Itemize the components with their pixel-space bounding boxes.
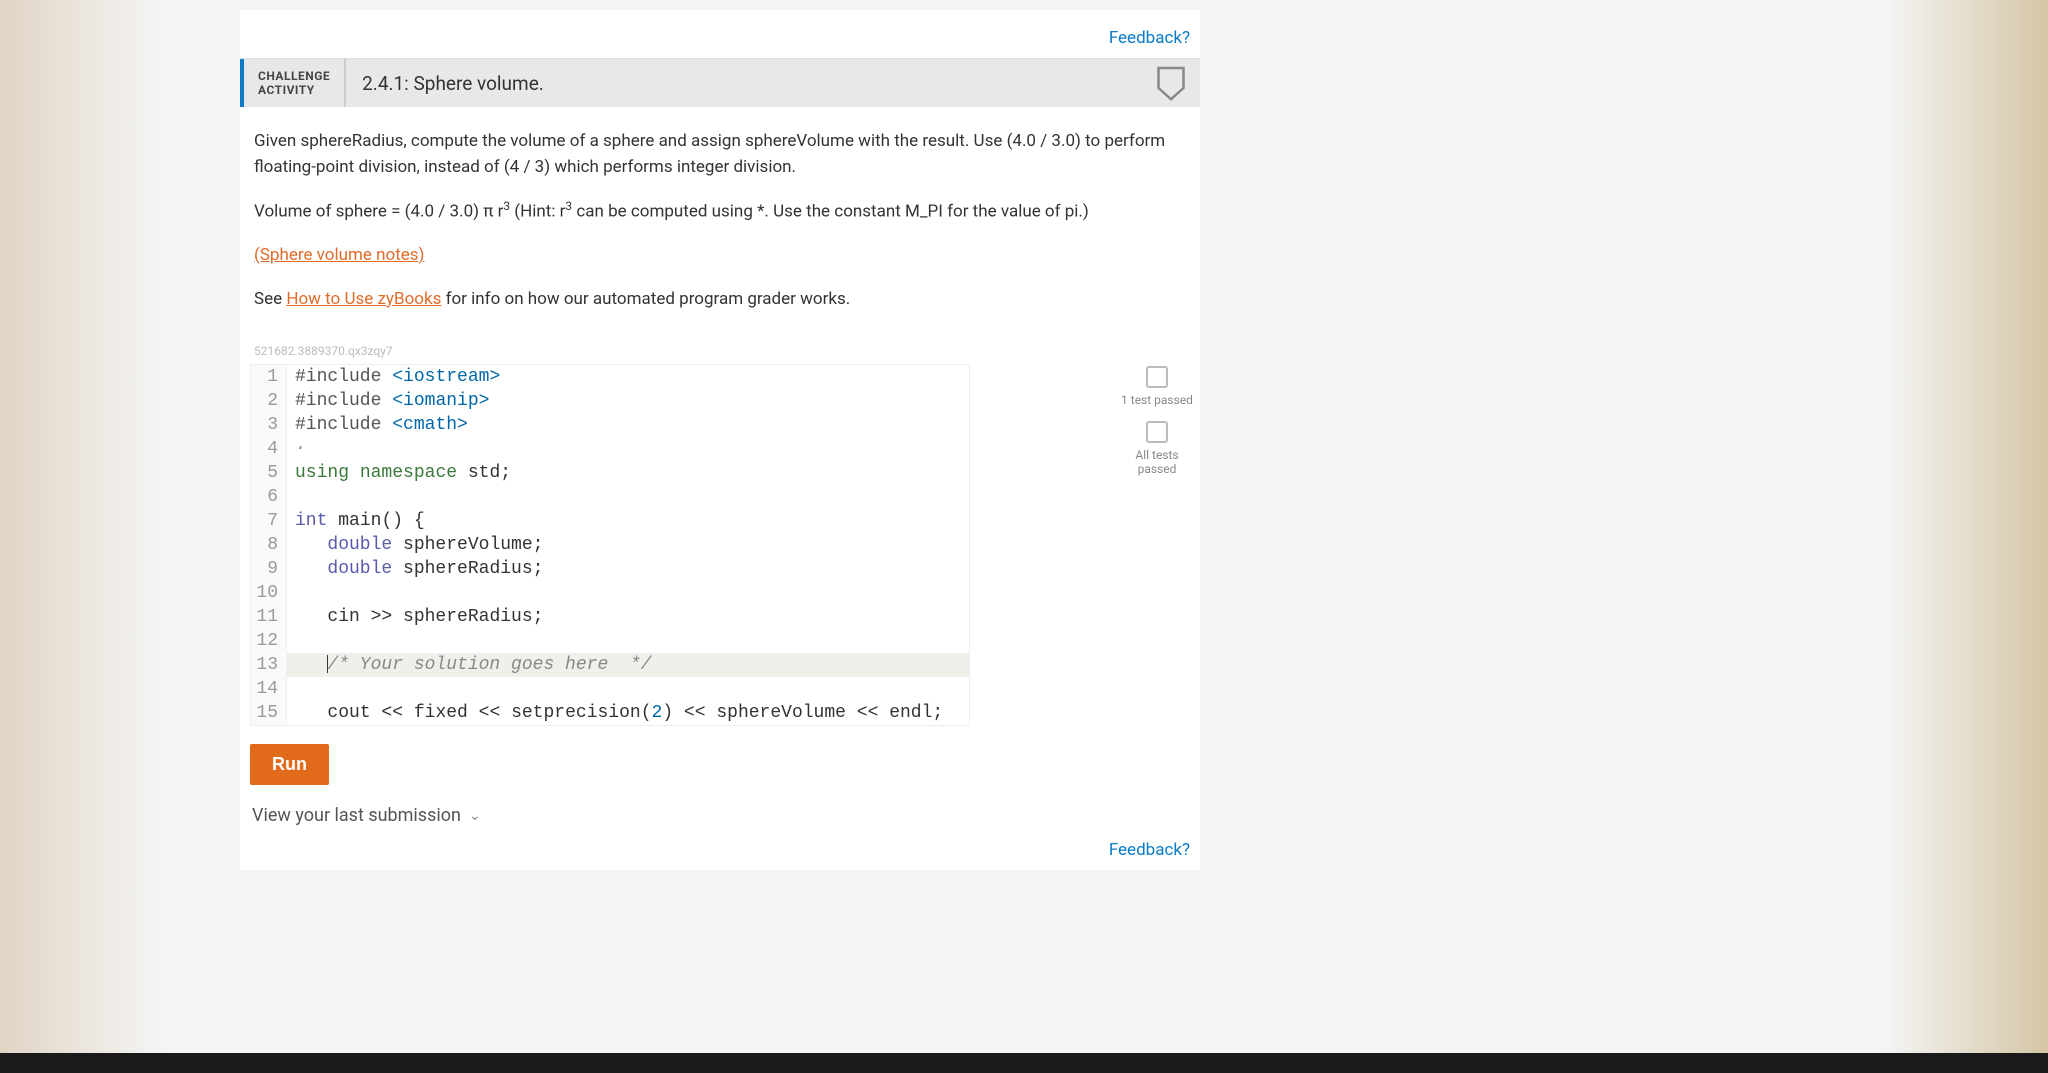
- formula-prefix: Volume of sphere = (4.0 / 3.0) π r: [254, 202, 503, 222]
- line-number: 8: [251, 533, 287, 557]
- feedback-top-row: Feedback?: [240, 10, 1200, 58]
- see-suffix: for info on how our automated program gr…: [441, 289, 850, 309]
- test-status-column: 1 test passed All tests passed: [1120, 360, 1200, 486]
- test-1-checkbox-icon: [1146, 366, 1168, 388]
- code-line[interactable]: 3#include <cmath>: [251, 413, 969, 437]
- feedback-link-top[interactable]: Feedback?: [1109, 28, 1190, 48]
- instruction-paragraph-1: Given sphereRadius, compute the volume o…: [254, 129, 1186, 180]
- view-last-submission-toggle[interactable]: View your last submission ⌄: [240, 787, 1200, 834]
- code-content[interactable]: int main() {: [287, 509, 969, 533]
- line-number: 10: [251, 581, 287, 605]
- code-line[interactable]: 5using namespace std;: [251, 461, 969, 485]
- instruction-paragraph-2: Volume of sphere = (4.0 / 3.0) π r3 (Hin…: [254, 198, 1186, 225]
- code-editor[interactable]: 1#include <iostream>2#include <iomanip>3…: [250, 364, 970, 726]
- test-1-label: 1 test passed: [1121, 394, 1193, 407]
- line-number: 3: [251, 413, 287, 437]
- howto-paragraph: See How to Use zyBooks for info on how o…: [254, 287, 1186, 313]
- laptop-bezel: [0, 1053, 2048, 1073]
- line-number: 4: [251, 437, 287, 461]
- code-line[interactable]: 7int main() {: [251, 509, 969, 533]
- line-number: 15: [251, 701, 287, 725]
- activity-instructions: Given sphereRadius, compute the volume o…: [240, 107, 1200, 340]
- code-line[interactable]: 1#include <iostream>: [251, 365, 969, 389]
- code-content[interactable]: cout << fixed << setprecision(2) << sphe…: [287, 701, 969, 725]
- code-line[interactable]: 14: [251, 677, 969, 701]
- activity-hash: 521682.3889370.qx3zqy7: [240, 340, 1200, 360]
- formula-suffix: can be computed using *. Use the constan…: [572, 202, 1089, 222]
- code-line[interactable]: 15 cout << fixed << setprecision(2) << s…: [251, 701, 969, 725]
- line-number: 13: [251, 653, 287, 677]
- line-number: 12: [251, 629, 287, 653]
- code-content[interactable]: double sphereRadius;: [287, 557, 969, 581]
- editor-area: 1#include <iostream>2#include <iomanip>3…: [240, 360, 1200, 730]
- code-content[interactable]: /* Your solution goes here */: [287, 653, 969, 677]
- code-content[interactable]: #include <cmath>: [287, 413, 969, 437]
- all-tests-label: All tests passed: [1120, 449, 1194, 475]
- code-content[interactable]: using namespace std;: [287, 461, 969, 485]
- feedback-link-bottom[interactable]: Feedback?: [1109, 840, 1190, 860]
- code-content[interactable]: #include <iomanip>: [287, 389, 969, 413]
- line-number: 14: [251, 677, 287, 701]
- code-line[interactable]: 4·: [251, 437, 969, 461]
- activity-tag-line1: CHALLENGE: [258, 69, 330, 83]
- activity-tag: CHALLENGE ACTIVITY: [244, 59, 346, 107]
- formula-mid: (Hint: r: [510, 202, 565, 222]
- completion-shield-icon: [1156, 65, 1186, 101]
- activity-title: 2.4.1: Sphere volume.: [346, 59, 1142, 107]
- line-number: 9: [251, 557, 287, 581]
- challenge-activity-card: CHALLENGE ACTIVITY 2.4.1: Sphere volume.…: [240, 58, 1200, 870]
- all-tests-checkbox-icon: [1146, 421, 1168, 443]
- code-line[interactable]: 12: [251, 629, 969, 653]
- line-number: 6: [251, 485, 287, 509]
- sphere-volume-notes-link[interactable]: (Sphere volume notes): [254, 245, 424, 265]
- activity-header: CHALLENGE ACTIVITY 2.4.1: Sphere volume.: [240, 59, 1200, 107]
- line-number: 11: [251, 605, 287, 629]
- code-line[interactable]: 9 double sphereRadius;: [251, 557, 969, 581]
- code-content[interactable]: cin >> sphereRadius;: [287, 605, 969, 629]
- line-number: 2: [251, 389, 287, 413]
- line-number: 1: [251, 365, 287, 389]
- activity-tag-line2: ACTIVITY: [258, 83, 330, 97]
- code-line[interactable]: 2#include <iomanip>: [251, 389, 969, 413]
- run-row: Run: [240, 730, 1200, 787]
- feedback-bottom-row: Feedback?: [240, 834, 1200, 870]
- see-prefix: See: [254, 289, 286, 309]
- notes-link-paragraph: (Sphere volume notes): [254, 243, 1186, 269]
- line-number: 7: [251, 509, 287, 533]
- code-line[interactable]: 8 double sphereVolume;: [251, 533, 969, 557]
- view-last-submission-label: View your last submission: [252, 805, 461, 826]
- run-button[interactable]: Run: [250, 744, 329, 785]
- code-content[interactable]: #include <iostream>: [287, 365, 969, 389]
- code-line[interactable]: 11 cin >> sphereRadius;: [251, 605, 969, 629]
- chevron-down-icon: ⌄: [469, 808, 481, 824]
- code-content[interactable]: ·: [287, 437, 969, 461]
- code-line[interactable]: 13 /* Your solution goes here */: [251, 653, 969, 677]
- code-line[interactable]: 10: [251, 581, 969, 605]
- code-line[interactable]: 6: [251, 485, 969, 509]
- how-to-use-zybooks-link[interactable]: How to Use zyBooks: [286, 289, 441, 309]
- code-content[interactable]: double sphereVolume;: [287, 533, 969, 557]
- line-number: 5: [251, 461, 287, 485]
